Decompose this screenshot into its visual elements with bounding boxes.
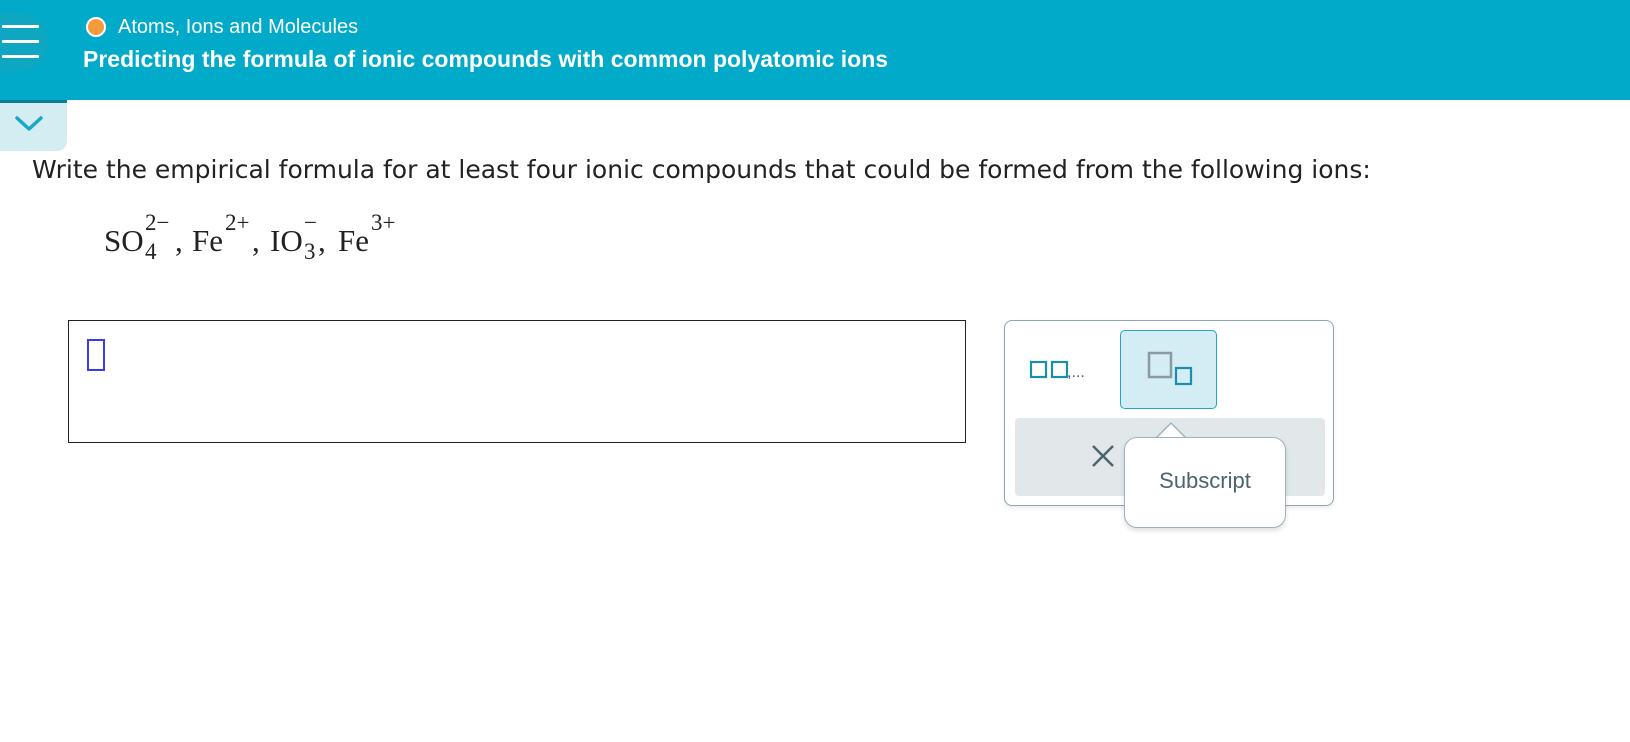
ion-charge: 2−: [145, 210, 170, 235]
hamburger-menu-button[interactable]: [0, 13, 48, 71]
comma-list-button[interactable]: ,...: [1029, 355, 1101, 383]
collapse-header-button[interactable]: [0, 100, 67, 151]
header-bar: Atoms, Ions and Molecules Predicting the…: [0, 0, 1630, 100]
ion-charge: 2+: [225, 210, 250, 235]
comma-list-icon: ,...: [1029, 360, 1085, 381]
ion-subscript: 3: [304, 239, 316, 264]
hamburger-icon-line: [2, 40, 39, 43]
ion-separator: ,: [252, 223, 260, 258]
tooltip-label: Subscript: [1159, 468, 1251, 493]
topic-name: Atoms, Ions and Molecules: [118, 15, 359, 38]
ion-separator: ,: [175, 223, 183, 258]
ion-symbol: IO: [270, 223, 303, 258]
topic-row: Atoms, Ions and Molecules: [86, 15, 358, 39]
answer-input[interactable]: [68, 320, 966, 443]
subscript-tooltip: Subscript: [1124, 437, 1286, 528]
input-placeholder-cursor: [87, 339, 105, 371]
lesson-title: Predicting the formula of ionic compound…: [83, 46, 889, 72]
ion-charge: 3+: [371, 210, 396, 235]
chevron-down-icon: [15, 116, 43, 131]
close-icon: [1092, 445, 1114, 467]
ion-charge: −: [304, 210, 317, 235]
topic-status-dot: [86, 17, 106, 37]
hamburger-icon-line: [2, 55, 39, 58]
subscript-icon: [1147, 351, 1193, 386]
ion-subscript: 4: [145, 239, 157, 264]
ion-separator: ,: [318, 223, 326, 258]
comma-list-label: ,...: [1067, 364, 1085, 381]
ion-symbol: Fe: [192, 223, 223, 258]
hamburger-icon: [2, 25, 39, 28]
subscript-button[interactable]: [1120, 330, 1217, 409]
question-prompt: Write the empirical formula for at least…: [32, 155, 1371, 184]
ion-symbol: Fe: [338, 223, 369, 258]
ion-symbol: SO: [104, 223, 144, 258]
clear-button[interactable]: [1089, 442, 1117, 470]
